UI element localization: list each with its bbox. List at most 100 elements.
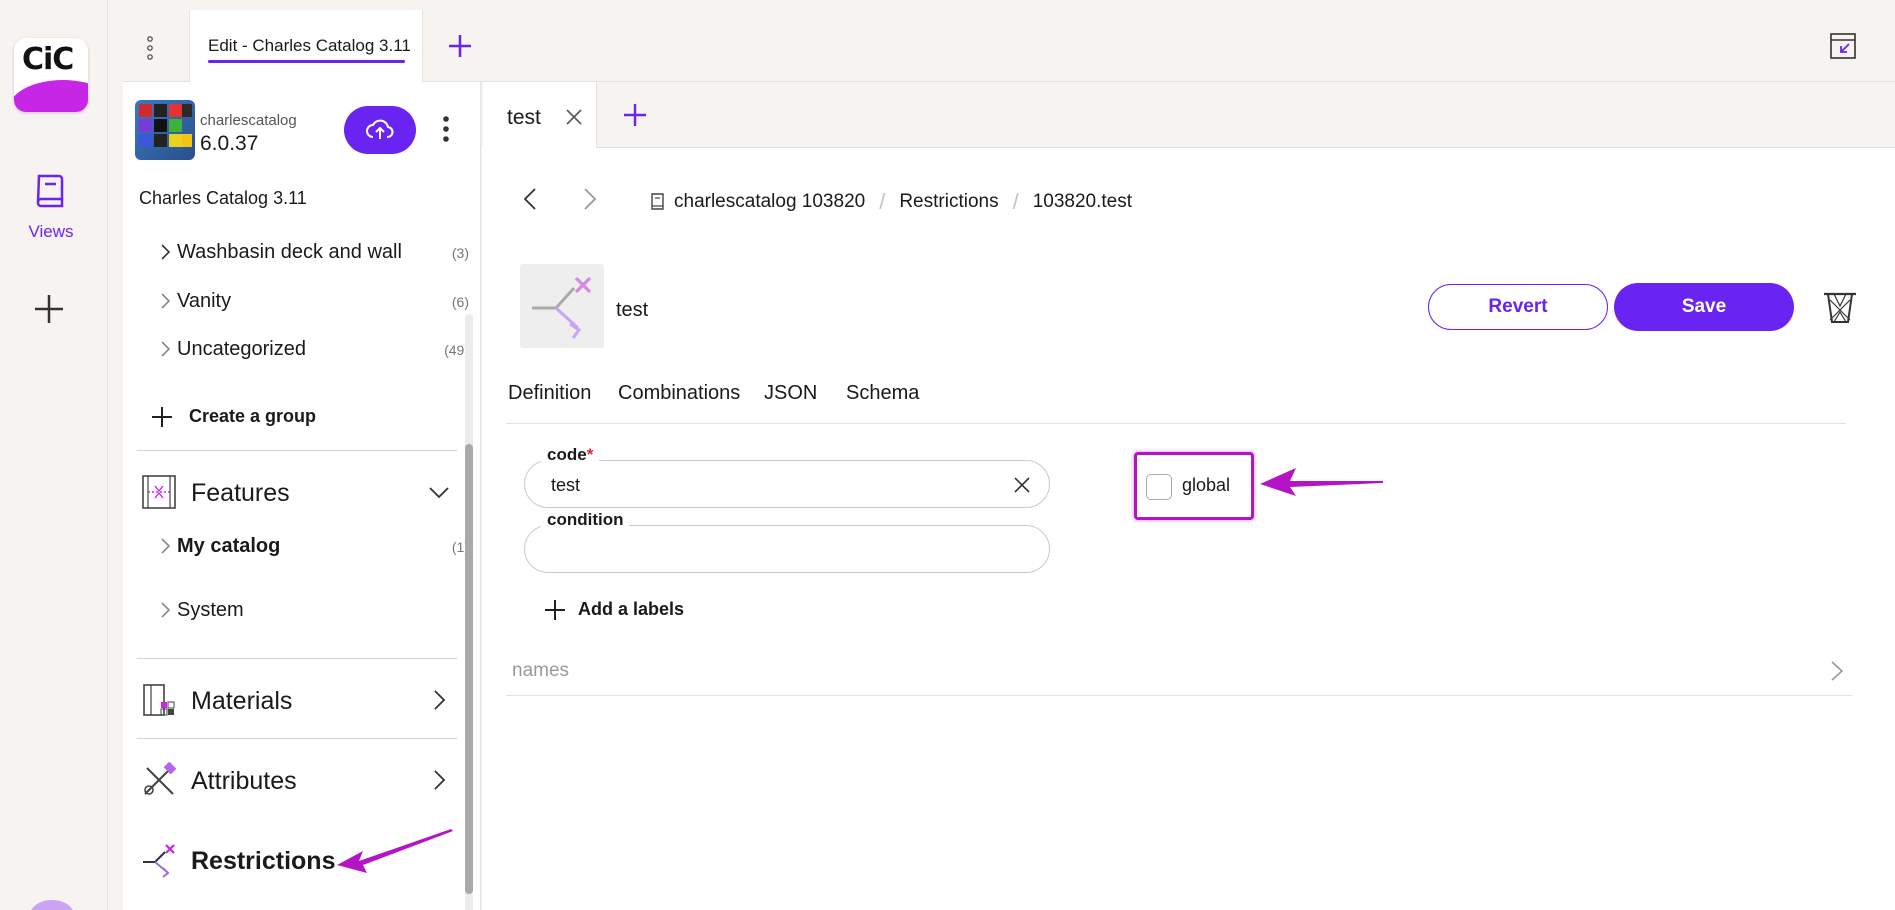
- close-icon[interactable]: [565, 108, 583, 126]
- app-logo[interactable]: CiC: [14, 38, 88, 112]
- group-label: Washbasin deck and wall: [177, 241, 402, 263]
- tab-test-label: test: [507, 106, 541, 129]
- save-button[interactable]: Save: [1614, 283, 1794, 331]
- required-marker: *: [586, 445, 594, 464]
- restrictions-icon: [532, 276, 592, 339]
- add-tab-icon[interactable]: [622, 102, 648, 128]
- chevron-right-icon: [434, 770, 446, 790]
- names-row[interactable]: names: [506, 646, 1852, 696]
- chevron-right-icon: [1831, 661, 1844, 681]
- tab-edit-label: Edit - Charles Catalog 3.11: [208, 36, 411, 55]
- features-icon: [142, 475, 176, 509]
- create-group-label: Create a group: [189, 406, 317, 426]
- catalog-code: charlescatalog: [200, 112, 297, 129]
- materials-icon: [143, 684, 175, 716]
- top-tab-bar: Edit - Charles Catalog 3.11: [123, 10, 1895, 82]
- chevron-right-icon: [161, 602, 171, 618]
- code-label-text: code: [547, 445, 587, 464]
- code-value[interactable]: test: [551, 475, 580, 496]
- editor-tabs: Definition Combinations JSON Schema: [506, 382, 1846, 424]
- tab-json[interactable]: JSON: [764, 382, 817, 405]
- global-checkbox[interactable]: [1146, 474, 1172, 500]
- app-rail: CiC Views: [0, 0, 108, 910]
- book-icon: [36, 174, 64, 208]
- views-nav[interactable]: Views: [0, 172, 102, 242]
- code-field[interactable]: code* test: [524, 445, 1050, 508]
- feature-item[interactable]: System: [137, 592, 477, 628]
- group-count: (6): [451, 294, 469, 310]
- group-item[interactable]: Uncategorized (49): [137, 331, 477, 367]
- chevron-right-icon: [161, 244, 171, 260]
- tab-combinations[interactable]: Combinations: [618, 382, 740, 405]
- section-divider: [137, 658, 457, 659]
- features-label: Features: [191, 479, 290, 507]
- chevron-down-icon: [429, 487, 449, 499]
- chevron-right-icon[interactable]: [582, 187, 598, 211]
- section-materials[interactable]: Materials: [137, 674, 457, 724]
- section-divider: [137, 738, 457, 739]
- user-avatar[interactable]: [30, 900, 74, 910]
- materials-label: Materials: [191, 687, 293, 715]
- group-count: (3): [451, 245, 469, 261]
- condition-label: condition: [541, 510, 630, 530]
- global-label: global: [1182, 475, 1231, 495]
- plus-icon: [545, 600, 565, 620]
- section-restrictions[interactable]: Restrictions: [137, 834, 457, 884]
- chevron-right-icon: [161, 538, 171, 554]
- main-content: test charlescatalog 103820 / Restrictions /…: [482, 82, 1895, 910]
- chevron-right-icon: [161, 341, 171, 357]
- group-item[interactable]: Vanity (6): [137, 283, 477, 319]
- catalog-version: 6.0.37: [200, 132, 259, 155]
- tab-test[interactable]: test: [483, 82, 597, 148]
- group-label: Vanity: [177, 290, 232, 312]
- revert-button[interactable]: Revert: [1428, 284, 1608, 330]
- restrictions-label: Restrictions: [191, 847, 336, 875]
- condition-field[interactable]: condition: [524, 510, 1050, 573]
- catalog-title: Charles Catalog 3.11: [139, 188, 307, 208]
- catalog-app-icon: [135, 100, 195, 160]
- logo-swoosh: [14, 80, 88, 112]
- sidebar-scrollbar[interactable]: [465, 314, 473, 910]
- breadcrumb-separator: /: [879, 189, 886, 214]
- scrollbar-thumb[interactable]: [465, 444, 473, 894]
- breadcrumb-current: 103820.test: [1032, 191, 1133, 212]
- chevron-right-icon: [161, 293, 171, 309]
- attributes-icon: [144, 762, 177, 795]
- clear-icon[interactable]: [1013, 476, 1031, 494]
- tab-edit-catalog[interactable]: Edit - Charles Catalog 3.11: [189, 10, 423, 82]
- breadcrumb-restrictions[interactable]: Restrictions: [899, 191, 998, 213]
- feature-label: My catalog: [177, 535, 281, 557]
- code-label: code*: [541, 445, 600, 465]
- restrictions-icon: [143, 844, 175, 878]
- publish-button[interactable]: [344, 106, 416, 154]
- more-vertical-icon[interactable]: [147, 36, 153, 60]
- tab-schema[interactable]: Schema: [846, 382, 919, 405]
- cloud-upload-icon: [366, 119, 394, 139]
- book-icon: [651, 193, 664, 210]
- section-attributes[interactable]: Attributes: [137, 754, 457, 804]
- catalog-sidebar: charlescatalog 6.0.37 Charles Catalog 3.…: [123, 82, 481, 910]
- trash-icon[interactable]: [1822, 288, 1858, 326]
- chevron-left-icon[interactable]: [522, 187, 538, 211]
- global-checkbox-highlight: global: [1134, 452, 1254, 520]
- chevron-right-icon: [434, 690, 446, 710]
- section-features[interactable]: Features: [137, 466, 457, 516]
- group-label: Uncategorized: [177, 338, 306, 360]
- more-vertical-icon[interactable]: [443, 116, 449, 142]
- add-tab-icon[interactable]: [446, 32, 474, 60]
- restriction-name: test: [616, 299, 649, 321]
- breadcrumb-separator: /: [1012, 189, 1019, 214]
- add-labels-label: Add a labels: [578, 599, 685, 619]
- plus-icon: [152, 407, 172, 427]
- minimize-window-icon[interactable]: [1829, 32, 1857, 60]
- add-icon[interactable]: [32, 292, 66, 326]
- editor-tab-bar: test: [482, 82, 1895, 148]
- tab-definition[interactable]: Definition: [508, 382, 591, 405]
- restriction-thumbnail: [520, 264, 604, 348]
- feature-item[interactable]: My catalog (1): [137, 528, 477, 564]
- breadcrumb-catalog[interactable]: charlescatalog 103820: [674, 191, 865, 213]
- names-label: names: [512, 660, 570, 681]
- active-tab-indicator: [208, 60, 405, 63]
- group-item[interactable]: Washbasin deck and wall (3): [137, 234, 477, 270]
- breadcrumb: charlescatalog 103820 / Restrictions / 10382…: [650, 189, 1133, 214]
